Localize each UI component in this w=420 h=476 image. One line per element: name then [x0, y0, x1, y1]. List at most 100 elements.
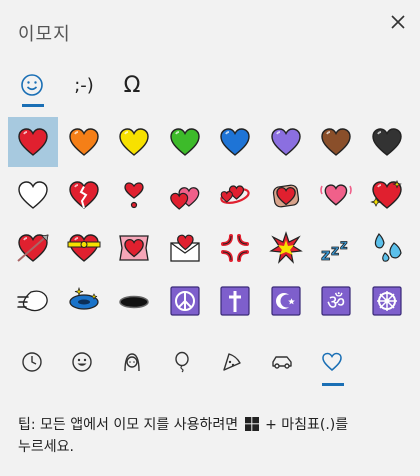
emoji-panel: 이모지 ;-) Ω zzz ॐ 팁: 모든 앱에서 이모 지를 사용하려면 + 마… — [0, 0, 420, 476]
category-food[interactable] — [212, 342, 252, 382]
partial-8-emoji[interactable] — [362, 329, 412, 333]
om-symbol-emoji[interactable]: ॐ — [311, 276, 361, 326]
tip-line2: 누르세요. — [18, 439, 74, 455]
zzz-emoji[interactable]: zzz — [311, 223, 361, 273]
tab-bar: ;-) Ω — [0, 62, 420, 108]
heart-with-ribbon-icon — [67, 234, 100, 262]
category-symbols[interactable] — [312, 342, 352, 382]
star-and-crescent-icon — [270, 286, 301, 316]
peace-symbol-emoji[interactable] — [160, 276, 210, 326]
heart-box-emoji[interactable] — [109, 223, 159, 273]
sparkling-heart-emoji[interactable] — [362, 170, 412, 220]
tab-symbols[interactable]: Ω — [112, 62, 152, 108]
peace-symbol-icon — [169, 286, 200, 316]
hole-emoji[interactable] — [109, 276, 159, 326]
black-heart-icon — [371, 128, 402, 156]
hole-icon — [119, 295, 149, 309]
kaomoji-icon: ;-) — [74, 74, 94, 96]
orange-heart-icon — [68, 128, 99, 156]
tab-active-indicator — [22, 104, 44, 107]
blue-heart-emoji[interactable] — [210, 117, 260, 167]
person-icon — [124, 353, 140, 372]
white-heart-icon — [18, 181, 48, 209]
close-icon[interactable] — [386, 10, 410, 34]
revolving-hearts-emoji[interactable] — [210, 170, 260, 220]
green-heart-emoji[interactable] — [160, 117, 210, 167]
partial-5-emoji[interactable] — [210, 329, 260, 333]
purple-heart-icon — [270, 128, 301, 156]
heart-with-arrow-icon — [17, 234, 49, 262]
category-smileys[interactable] — [62, 342, 102, 382]
partial-2-emoji[interactable] — [59, 329, 109, 333]
dizzy-ring-emoji[interactable] — [59, 276, 109, 326]
star-and-crescent-emoji[interactable] — [261, 276, 311, 326]
panel-title: 이모지 — [18, 24, 71, 45]
dizzy-drops-icon — [374, 233, 402, 262]
car-icon — [272, 356, 292, 369]
revolving-hearts-icon — [220, 185, 250, 204]
partial-1-emoji[interactable] — [8, 329, 58, 333]
sparkling-heart-icon — [369, 179, 402, 209]
orange-heart-emoji[interactable] — [59, 117, 109, 167]
heart-with-arrow-emoji[interactable] — [8, 223, 58, 273]
red-heart-emoji[interactable] — [8, 117, 58, 167]
tip-text: 팁: 모든 앱에서 이모 지를 사용하려면 + 마침표(.)를 누르세요. — [18, 414, 413, 458]
dash-symbol-emoji[interactable] — [8, 276, 58, 326]
windows-key-icon — [244, 417, 259, 431]
partial-7-emoji[interactable] — [311, 329, 361, 333]
category-recent[interactable] — [12, 342, 52, 382]
dash-symbol-icon — [17, 290, 48, 312]
heart-decoration-emoji[interactable] — [261, 170, 311, 220]
balloon-icon — [175, 351, 189, 373]
purple-heart-emoji[interactable] — [261, 117, 311, 167]
clock-icon — [22, 352, 42, 372]
love-letter-emoji[interactable] — [160, 223, 210, 273]
yellow-heart-icon — [119, 128, 149, 156]
two-hearts-emoji[interactable] — [160, 170, 210, 220]
love-letter-icon — [169, 234, 200, 262]
partial-6-emoji[interactable] — [261, 329, 311, 333]
black-heart-emoji[interactable] — [362, 117, 412, 167]
white-heart-emoji[interactable] — [8, 170, 58, 220]
category-bar — [0, 342, 420, 392]
svg-text:z: z — [331, 243, 339, 259]
latin-cross-icon — [220, 286, 250, 316]
category-celebration[interactable] — [162, 342, 202, 382]
zzz-icon: zzz — [321, 238, 348, 265]
latin-cross-emoji[interactable] — [210, 276, 260, 326]
collision-icon — [268, 231, 303, 264]
svg-text:ॐ: ॐ — [327, 290, 345, 314]
wheel-of-dharma-emoji[interactable] — [362, 276, 412, 326]
broken-heart-icon — [68, 181, 99, 209]
category-active-indicator — [322, 383, 344, 386]
blue-heart-icon — [220, 128, 250, 156]
tab-kaomoji[interactable]: ;-) — [62, 62, 106, 108]
anger-symbol-icon — [221, 234, 249, 262]
partial-3-emoji[interactable] — [109, 329, 159, 333]
heart-exclamation-emoji[interactable] — [109, 170, 159, 220]
brown-heart-emoji[interactable] — [311, 117, 361, 167]
heart-box-icon — [119, 235, 149, 261]
heart-with-ribbon-emoji[interactable] — [59, 223, 109, 273]
tab-emoji[interactable] — [12, 62, 52, 108]
category-people[interactable] — [112, 342, 152, 382]
anger-symbol-emoji[interactable] — [210, 223, 260, 273]
dizzy-ring-icon — [68, 286, 99, 310]
broken-heart-emoji[interactable] — [59, 170, 109, 220]
growing-heart-emoji[interactable] — [311, 170, 361, 220]
two-hearts-icon — [169, 187, 199, 210]
wheel-of-dharma-icon — [371, 286, 402, 316]
partial-4-emoji[interactable] — [160, 329, 210, 333]
smiley-face-icon — [72, 352, 92, 372]
omega-icon: Ω — [123, 72, 141, 98]
tip-line1-prefix: 팁: 모든 앱에서 이모 지를 사용하려면 — [18, 417, 239, 433]
heart-decoration-icon — [272, 184, 299, 208]
category-travel[interactable] — [262, 342, 302, 382]
dizzy-drops-emoji[interactable] — [362, 223, 412, 273]
yellow-heart-emoji[interactable] — [109, 117, 159, 167]
tip-line1-suffix: + 마침표(.)를 — [265, 417, 349, 433]
collision-emoji[interactable] — [261, 223, 311, 273]
red-heart-icon — [18, 128, 48, 156]
heart-outline-icon — [322, 352, 342, 371]
svg-text:z: z — [321, 245, 330, 264]
